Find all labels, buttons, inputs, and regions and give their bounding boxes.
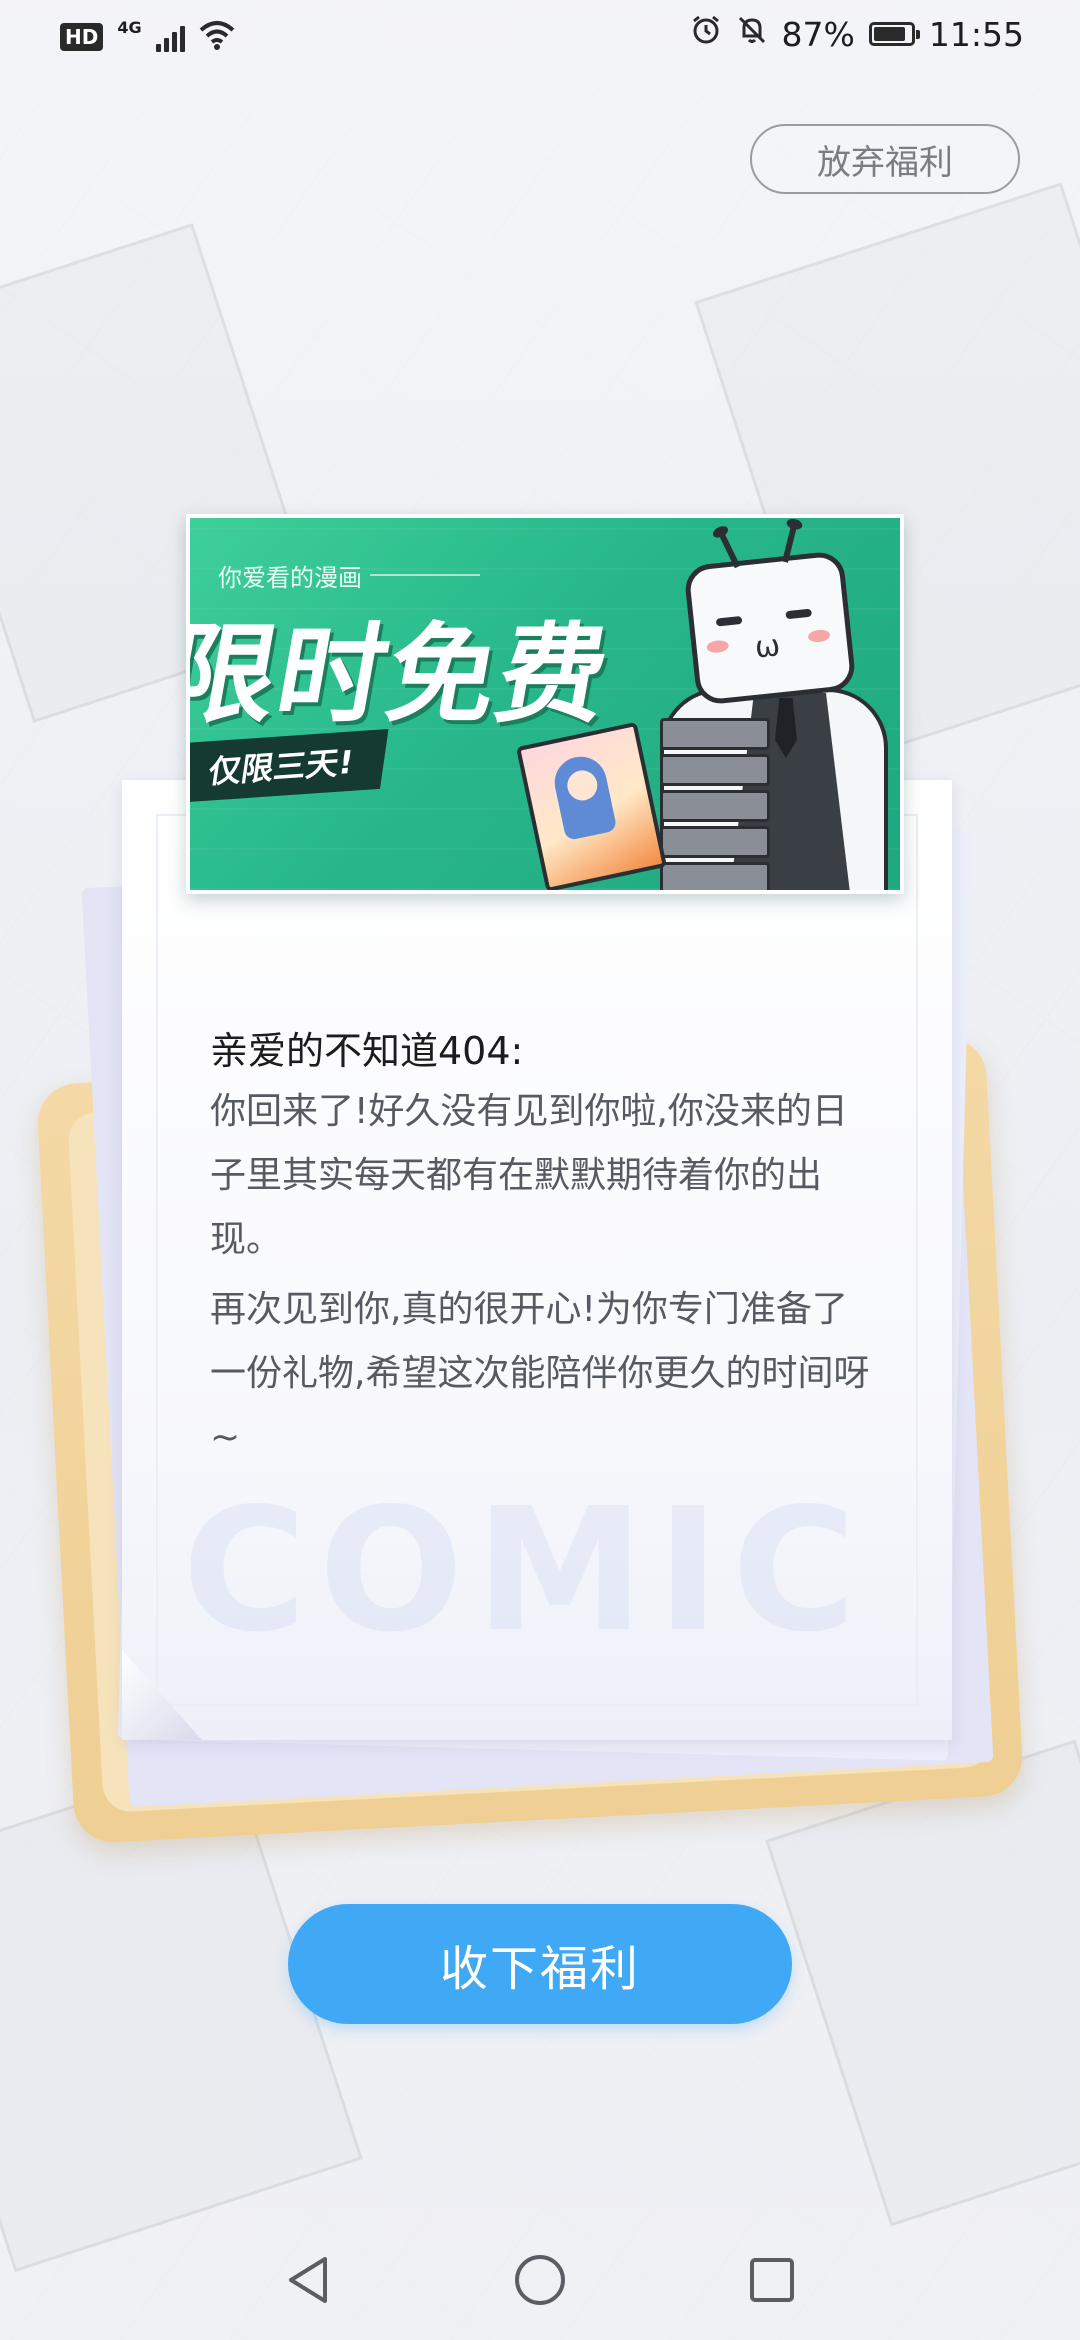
wifi-icon [199,20,235,54]
letter-greeting: 亲爱的不知道404: [210,1029,524,1073]
battery-icon [868,22,920,46]
battery-fill [873,27,905,41]
battery-percent: 87% [781,14,855,54]
tv-mascot-head: ω [683,526,857,706]
mascot-eye [715,615,743,627]
mute-icon [736,14,768,54]
clock: 11:55 [928,14,1024,54]
letter-watermark: COMIC [182,1472,869,1670]
mascot-mouth: ω [753,628,782,666]
system-nav-bar [0,2220,1080,2340]
recents-square-icon[interactable] [742,2250,802,2310]
hd-badge: HD [60,23,104,51]
status-bar: HD 4G 87% 11:55 [0,0,1080,76]
book-stack [660,718,770,890]
banner-divider [370,574,480,576]
give-up-benefit-button[interactable]: 放弃福利 [750,124,1020,194]
letter-paragraph: 你回来了!好久没有见到你啦,你没来的日子里其实每天都有在默默期待着你的出现。 [210,1091,848,1260]
mascot-eye [785,608,813,620]
banner-title: 限时免费 [186,613,620,738]
letter-body: 你回来了!好久没有见到你啦,你没来的日子里其实每天都有在默默期待着你的出现。 再… [210,1080,880,1476]
alarm-icon [690,14,722,54]
status-bar-right: 87% 11:55 [690,14,1024,54]
back-triangle-icon[interactable] [278,2250,338,2310]
letter-card: COMIC 亲爱的不知道404: 你回来了!好久没有见到你啦,你没来的日子里其实… [122,780,952,1740]
status-bar-left: HD 4G [60,17,235,54]
mascot-blush [807,628,831,644]
promo-banner: 你爱看的漫画 限时免费 仅限三天! ω [186,514,904,894]
network-type: 4G [117,17,142,37]
signal-icon [155,22,185,52]
home-circle-icon[interactable] [510,2250,570,2310]
letter-paragraph: 再次见到你,真的很开心!为你专门准备了一份礼物,希望这次能陪伴你更久的时间呀~ [210,1289,870,1458]
mascot-blush [706,639,730,654]
accept-benefit-button[interactable]: 收下福利 [288,1904,792,2024]
